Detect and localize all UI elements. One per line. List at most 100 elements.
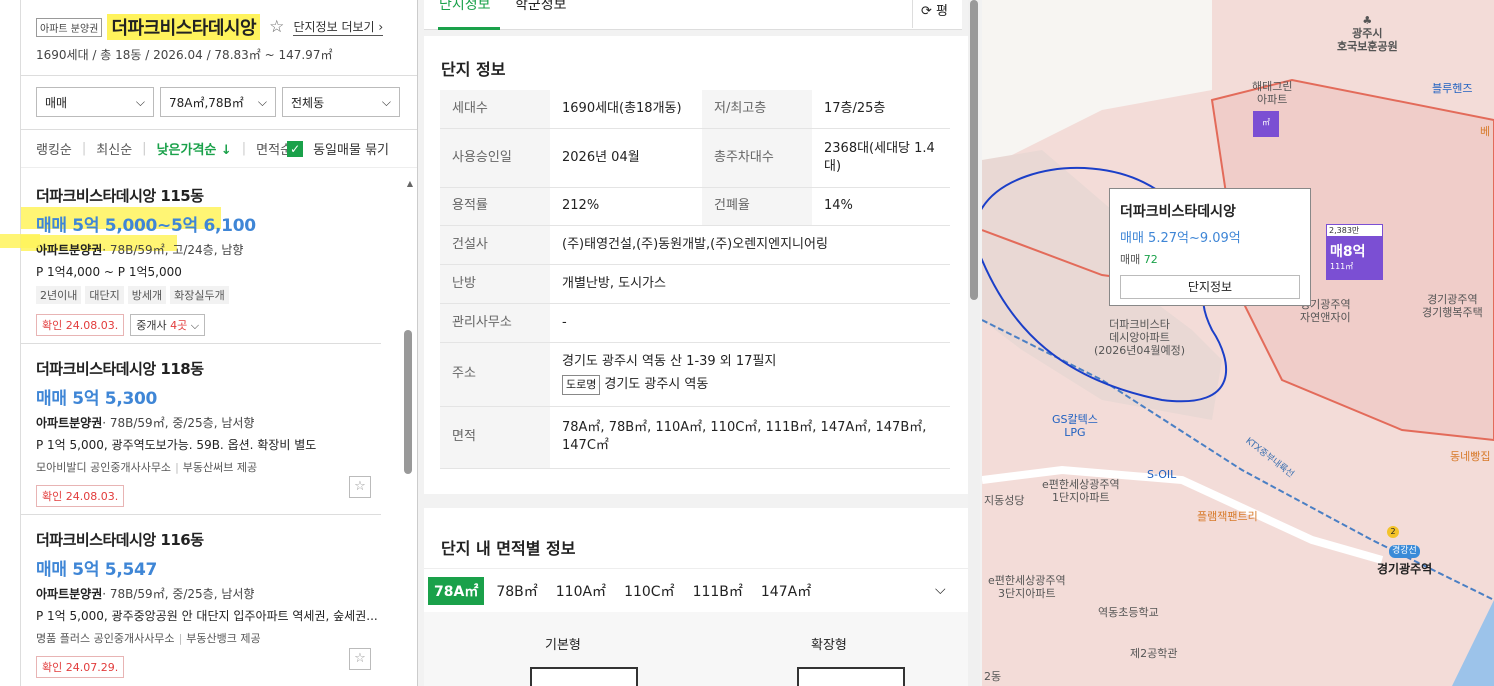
favorite-star-icon[interactable]: ☆ [269, 17, 284, 37]
map-label-school: 역동초등학교 [1098, 606, 1159, 619]
tab-complex-info[interactable]: 단지정보 [439, 0, 491, 14]
area-tab-111b[interactable]: 111B㎡ [687, 577, 749, 605]
price-marker[interactable]: 2,383만 매8억 111㎡ [1326, 224, 1383, 280]
chevron-down-icon: ⌵ [257, 94, 267, 109]
group-same-listing-toggle[interactable]: ✓ 동일매물 묶기 [287, 139, 399, 158]
tab-school-info[interactable]: 학군정보 [515, 0, 567, 14]
provider-name: 부동산뱅크 제공 [186, 632, 261, 645]
listing-panel: 아파트 분양권 더파크비스타데시앙 ☆ 단지정보 더보기 › 1690세대 / … [20, 0, 418, 686]
map-label-soil: S-OIL [1147, 468, 1177, 481]
listing-desc: P 1억 5,000, 광주역도보가능. 59B. 옵션. 확장비 별도 [36, 438, 317, 452]
info-key: 총주차대수 [702, 128, 812, 188]
detail-scrollbar[interactable] [968, 0, 980, 686]
map-label-efirst: e편한세상광주역 1단지아파트 [1042, 478, 1120, 504]
highlight-mark [0, 234, 40, 248]
divider: | [178, 632, 183, 645]
info-key: 주소 [440, 342, 550, 407]
popup-count-label: 매매 [1120, 253, 1141, 266]
info-row: 사용승인일 2026년 04월 총주차대수 2368대(세대당 1.4대) [440, 128, 950, 188]
map-view[interactable]: ♣ 광주시 호국보훈공원 해태그린 아파트 블루헨즈 베 ㎡ 더파크비스타 데시앙… [982, 0, 1494, 686]
marker-area: 111㎡ [1330, 262, 1354, 271]
dong-select[interactable]: 전체동 ⌵ [282, 87, 400, 117]
complex-name: 더파크비스타데시앙 [107, 14, 261, 40]
listing-footer: 확인 24.07.29. [36, 656, 381, 678]
map-label-bluehens: 블루헨즈 [1432, 82, 1473, 95]
listing-item[interactable]: 더파크비스타데시앙 118동 매매 5억 5,300 아파트분양권· 78B/5… [21, 344, 381, 515]
listing-price: 매매 5억 5,000~5억 6,100 [36, 216, 256, 236]
listing-agency: 명품 플러스 공인중개사사무소 | 부동산뱅크 제공 [36, 630, 381, 646]
bus-stop-icon[interactable]: 2 [1387, 526, 1399, 538]
map-label-park: ♣ 광주시 호국보훈공원 [1337, 14, 1398, 53]
scroll-up-arrow-icon[interactable]: ▲ [407, 179, 413, 188]
area-select[interactable]: 78A㎡,78B㎡ ⌵ [160, 87, 276, 117]
chevron-down-icon: ⌵ [381, 94, 391, 109]
broker-count-button[interactable]: 중개사 4곳 ⌵ [130, 314, 206, 336]
listing-item[interactable]: 더파크비스타데시앙 116동 매매 5억 5,547 아파트분양권· 78B/5… [21, 515, 381, 686]
chevron-down-icon[interactable]: ⌵ [935, 582, 946, 598]
floorplan-extended-image[interactable] [797, 667, 905, 686]
pyeong-toggle-button[interactable]: ⟳ 평 [912, 0, 962, 28]
list-scrollbar[interactable] [404, 330, 412, 474]
info-row: 면적 78A㎡, 78B㎡, 110A㎡, 110C㎡, 111B㎡, 147A… [440, 406, 950, 469]
area-tab-78a[interactable]: 78A㎡ [428, 577, 485, 605]
area-tab-110a[interactable]: 110A㎡ [550, 577, 612, 605]
area-tab-78b[interactable]: 78B㎡ [490, 577, 543, 605]
map-label-be: 베 [1480, 125, 1491, 138]
marker-small[interactable]: ㎡ [1253, 111, 1279, 137]
chevron-down-icon: ⌵ [135, 94, 145, 109]
listing-price: 매매 5억 5,300 [36, 389, 158, 409]
map-label-station: 경기광주역 [1377, 562, 1433, 576]
listing-name: 더파크비스타데시앙 116동 [36, 531, 204, 549]
listing-desc: P 1억4,000 ~ P 1억5,000 [36, 265, 182, 279]
map-label-dongne: 동네빵집 [1450, 450, 1491, 463]
info-row: 건설사 (주)태영건설,(주)동원개발,(주)오렌지엔지니어링 [440, 225, 950, 265]
divider: | [81, 141, 87, 156]
info-key: 난방 [440, 264, 550, 304]
info-key: 면적 [440, 406, 550, 469]
info-value: 78A㎡, 78B㎡, 110A㎡, 110C㎡, 111B㎡, 147A㎡, … [550, 406, 950, 469]
tag: 대단지 [85, 286, 124, 304]
favorite-star-icon[interactable]: ☆ [349, 648, 371, 670]
complex-info-title: 단지 정보 [441, 60, 506, 79]
marker-price: 매8억 [1330, 244, 1366, 260]
info-value: 2026년 04월 [550, 128, 702, 188]
complex-more-link[interactable]: 단지정보 더보기 › [293, 18, 384, 36]
popup-count-value: 72 [1143, 253, 1158, 266]
trade-type-select[interactable]: 매매 ⌵ [36, 87, 154, 117]
sort-latest[interactable]: 최신순 [96, 139, 132, 158]
sort-ranking[interactable]: 랭킹순 [36, 139, 72, 158]
popup-price: 매매 5.27억~9.09억 [1120, 231, 1241, 246]
sort-lowest-price[interactable]: 낮은가격순 ↓ [157, 139, 232, 158]
area-tab-110c[interactable]: 110C㎡ [618, 577, 681, 605]
area-tab-147a[interactable]: 147A㎡ [755, 577, 817, 605]
info-key: 건폐율 [702, 187, 812, 226]
info-key: 저/최고층 [702, 90, 812, 129]
listing-item[interactable]: 더파크비스타데시앙 115동 매매 5억 5,000~5억 6,100 아파트분… [21, 177, 381, 344]
favorite-star-icon[interactable]: ☆ [349, 476, 371, 498]
map-label-third: e편한세상광주역 3단지아파트 [988, 574, 1066, 600]
park-label: 광주시 호국보훈공원 [1337, 27, 1398, 53]
dong-value: 전체동 [291, 95, 325, 110]
marker-unit-price: 2,383만 [1326, 224, 1383, 237]
info-row: 세대수 1690세대(총18개동) 저/최고층 17층/25층 [440, 90, 950, 129]
agency-name: 명품 플러스 공인중개사사무소 [36, 632, 175, 645]
listing-info: 아파트분양권· 78B/59㎡, 고/24층, 남향 [36, 241, 381, 258]
info-key: 사용승인일 [440, 128, 550, 188]
group-label: 동일매물 묶기 [313, 143, 389, 158]
broker-count: 4곳 [170, 319, 188, 332]
map-complex-popup[interactable]: 더파크비스타데시앙 매매 5.27억~9.09억 매매 72 단지정보 [1109, 188, 1311, 306]
complex-type-tag: 아파트 분양권 [36, 17, 103, 37]
popup-complex-name: 더파크비스타데시앙 [1120, 204, 1236, 220]
listing-price: 매매 5억 5,547 [36, 560, 158, 580]
info-key: 세대수 [440, 90, 550, 129]
detail-scroll-thumb[interactable] [970, 0, 978, 300]
popup-complex-info-button[interactable]: 단지정보 [1120, 275, 1300, 299]
listing-spec: · 78B/59㎡, 중/25층, 남서향 [102, 416, 255, 430]
park-icon: ♣ [1362, 14, 1373, 27]
refresh-icon: ⟳ [921, 4, 932, 19]
tag: 화장실두개 [170, 286, 229, 304]
map-label-happy: 경기광주역 경기행복주택 [1422, 293, 1483, 319]
listing-agency: 모아비발디 공인중개사사무소 | 부동산써브 제공 [36, 459, 381, 475]
area-value: 78A㎡,78B㎡ [169, 95, 244, 110]
floorplan-basic-image[interactable] [530, 667, 638, 686]
